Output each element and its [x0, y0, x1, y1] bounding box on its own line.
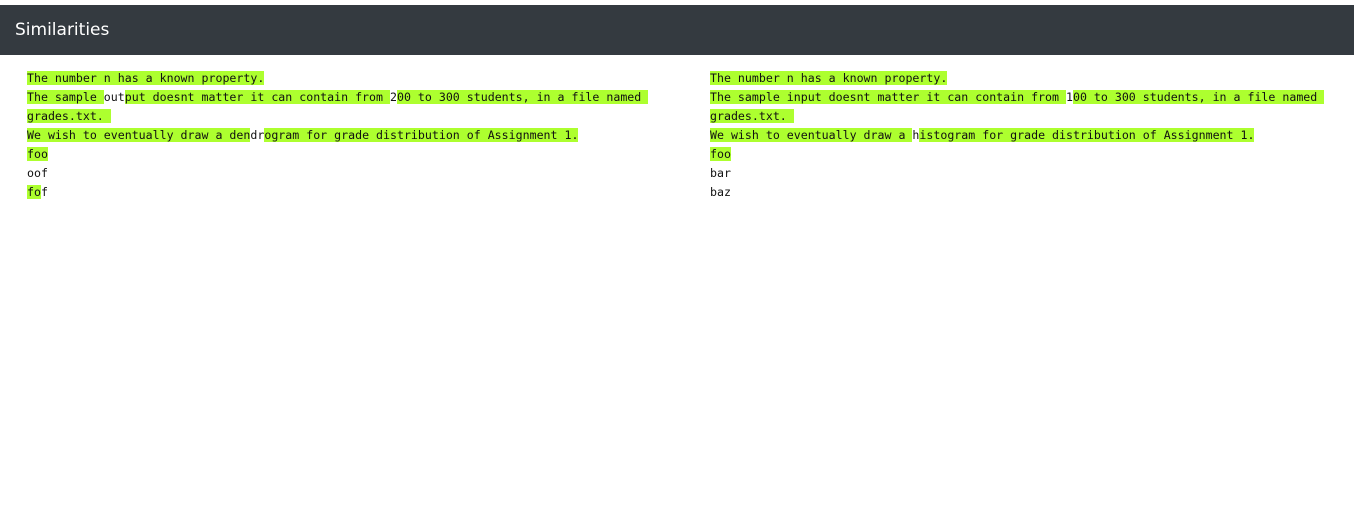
matched-text-segment: We wish to eventually draw a [710, 128, 913, 142]
navbar: Similarities [0, 5, 1354, 55]
matched-text-segment: istogram for grade distribution of Assig… [919, 128, 1255, 142]
unmatched-text-segment: oof [27, 166, 48, 180]
unmatched-text-segment: baz [710, 185, 731, 199]
right-panel-line: The number n has a known property. [710, 69, 1350, 88]
matched-text-segment: The sample [27, 90, 104, 104]
unmatched-text-segment: bar [710, 166, 731, 180]
unmatched-text-segment: 2 [389, 90, 397, 104]
left-panel-line: oof [27, 164, 667, 183]
right-panel-line: baz [710, 183, 1350, 202]
left-panel-line: foo [27, 145, 667, 164]
unmatched-text-segment: f [40, 185, 48, 199]
page-title: Similarities [15, 20, 110, 40]
right-panel-line: foo [710, 145, 1350, 164]
matched-text-segment: The sample input doesnt matter it can co… [710, 90, 1066, 104]
unmatched-text-segment: 1 [1065, 90, 1073, 104]
left-document-panel: The number n has a known property. The sa… [27, 69, 667, 202]
unmatched-text-segment: dr [250, 128, 265, 142]
left-panel-line: The number n has a known property. [27, 69, 667, 88]
comparison-area: The number n has a known property. The sa… [0, 55, 1354, 513]
right-document-panel: The number n has a known property. The sa… [710, 69, 1350, 202]
matched-text-segment: foo [27, 147, 48, 161]
left-panel-line: fof [27, 183, 667, 202]
matched-text-segment: put doesnt matter it can contain from [124, 90, 390, 104]
matched-text-segment: fo [27, 185, 41, 199]
right-panel-line: The sample input doesnt matter it can co… [710, 88, 1350, 126]
left-panel-line: We wish to eventually draw a dendrogram … [27, 126, 667, 145]
right-panel-line: bar [710, 164, 1350, 183]
left-panel-line: The sample output doesnt matter it can c… [27, 88, 667, 126]
matched-text-segment: foo [710, 147, 731, 161]
matched-text-segment: ogram for grade distribution of Assignme… [264, 128, 579, 142]
matched-text-segment: The number n has a known property. [27, 71, 265, 85]
matched-text-segment: We wish to eventually draw a den [27, 128, 251, 142]
unmatched-text-segment: out [103, 90, 125, 104]
matched-text-segment: The number n has a known property. [710, 71, 948, 85]
right-panel-line: We wish to eventually draw a histogram f… [710, 126, 1350, 145]
